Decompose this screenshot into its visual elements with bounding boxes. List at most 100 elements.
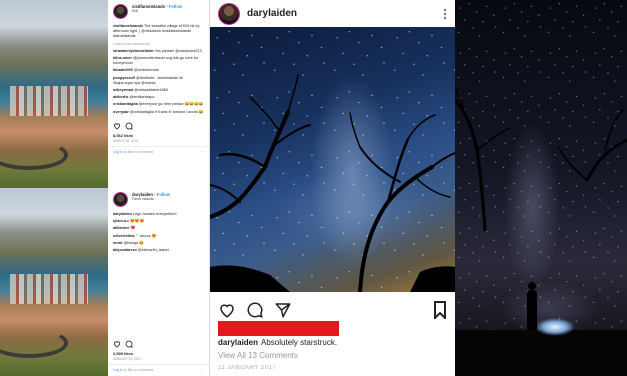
more-options-icon[interactable]: ··· <box>200 150 204 154</box>
caption: visitfaroeislands The beautiful village … <box>113 24 204 40</box>
bookmark-icon[interactable] <box>433 301 447 319</box>
list-item: alejovalarezo @bernarlin_isabel <box>113 248 204 253</box>
post-caption: darylaiden Absolutely starstruck. <box>218 338 448 347</box>
comment-text: @cristiuttaglia if it was in Iceland i w… <box>129 109 204 114</box>
login-hint: to like or comment. <box>123 368 155 373</box>
caption-text: Lego houses everywhere! <box>133 212 177 216</box>
comment-text: 😍😍😍 <box>130 219 145 224</box>
list-item: cristianttaglia @everyoor go here please… <box>113 102 204 107</box>
comment-text: @bernarlin_isabel <box>137 248 169 253</box>
avatar[interactable] <box>113 4 128 19</box>
login-bar: Log in to like or comment. ··· <box>108 145 209 157</box>
tree-silhouette-left <box>210 74 455 292</box>
comment-icon[interactable] <box>246 301 264 319</box>
comment-username[interactable]: lylam.a.c <box>113 219 129 223</box>
flashlight-glow <box>535 318 575 336</box>
landscape-photo-bottom <box>0 188 108 376</box>
card-location[interactable]: Eiði <box>132 9 182 14</box>
dark-ground <box>455 330 627 376</box>
instagram-post: darylaiden darylaiden Absolutely starstr… <box>210 0 455 376</box>
load-more-comments-link[interactable]: Load more comments <box>113 42 204 47</box>
list-item: poopyscruff @lbmfeute ..faroeislands Idi… <box>113 76 204 86</box>
view-all-comments-link[interactable]: View All 13 Comments <box>218 351 298 360</box>
heart-icon[interactable] <box>113 122 121 130</box>
comment-text: @miissabtarrie1860 <box>134 88 168 93</box>
comment-text: @everyoor go here please 😂😂😂😂 <box>138 102 204 107</box>
card-spacer <box>108 257 209 337</box>
card-header: darylaiden • Follow Faroe Islands <box>108 188 209 210</box>
avatar[interactable] <box>218 2 240 25</box>
post-date: 11 JANUARY 2017 <box>218 365 277 371</box>
comment-icon[interactable] <box>125 340 133 348</box>
post-username[interactable]: darylaiden <box>247 8 443 19</box>
comment-text: Yes please! @cashrules213 <box>154 48 202 53</box>
heart-icon[interactable] <box>218 301 236 319</box>
comment-card: visitfaroeislands • Follow Eiði visitfar… <box>108 0 210 188</box>
post-actions <box>210 296 455 324</box>
list-item: klina.omer @jolumusilimtravel svg lets g… <box>113 56 204 66</box>
comment-username[interactable]: akibertiz <box>113 95 128 99</box>
comment-username[interactable]: velvetvelina <box>113 234 135 238</box>
caption-username[interactable]: visitfaroeislands <box>113 24 143 28</box>
share-icon[interactable] <box>274 301 292 319</box>
comment-username[interactable]: fahadm000 <box>113 68 133 72</box>
caption-username[interactable]: darylaiden <box>218 338 258 347</box>
post-date: MARCH 30, 2018 <box>113 138 138 143</box>
comment-username[interactable]: mikeyrmad <box>113 88 133 92</box>
list-item: lylam.a.c 😍😍😍 <box>113 219 204 224</box>
login-link[interactable]: Log in <box>113 368 123 372</box>
card-location[interactable]: Faroe Islands <box>132 197 170 202</box>
comment-username[interactable]: mrmt <box>113 241 123 245</box>
comment-list: visitfaroeislands The beautiful village … <box>108 22 209 119</box>
comment-text: @linkaja 😂 <box>123 240 144 245</box>
night-photo <box>455 0 627 376</box>
follow-button[interactable]: Follow <box>157 192 170 197</box>
more-options-icon[interactable]: ··· <box>200 368 204 372</box>
landscape-photo-top <box>0 0 108 188</box>
list-item: akibertiz @emiltardrapu <box>113 95 204 100</box>
comment-icon[interactable] <box>125 122 133 130</box>
comment-username[interactable]: klina.omer <box>113 56 132 60</box>
comment-username[interactable]: overyaar <box>113 110 129 114</box>
comment-text: ❤️ <box>130 226 136 231</box>
comment-username[interactable]: cristianttaglia <box>113 102 138 106</box>
login-hint: to like or comment. <box>123 149 155 154</box>
village-houses <box>10 86 88 116</box>
caption-username[interactable]: darylaiden <box>113 212 132 216</box>
login-bar: Log in to like or comment. ··· <box>108 364 209 375</box>
caption-text: Absolutely starstruck. <box>261 338 338 347</box>
list-item: allittemel ❤️ <box>113 226 204 231</box>
list-item: mrmt @linkaja 😂 <box>113 241 204 246</box>
winding-road <box>0 140 68 170</box>
post-header: darylaiden <box>210 0 455 28</box>
login-link[interactable]: Log in <box>113 150 123 154</box>
comment-username[interactable]: alejovalarezo <box>113 248 137 252</box>
avatar[interactable] <box>113 192 128 207</box>
village-houses <box>10 274 88 304</box>
card-actions <box>108 119 209 133</box>
winding-road <box>0 328 68 358</box>
comment-list: darylaiden Lego houses everywhere! lylam… <box>108 210 209 257</box>
caption: darylaiden Lego houses everywhere! <box>113 212 204 217</box>
heart-icon[interactable] <box>113 340 121 348</box>
comment-card: darylaiden • Follow Faroe Islands daryla… <box>108 188 210 376</box>
list-item: mikeyrmad @miissabtarrie1860 <box>113 88 204 93</box>
card-header: visitfaroeislands • Follow Eiði <box>108 0 209 22</box>
comment-username[interactable]: poopyscruff <box>113 76 135 80</box>
list-item: velvetvelina ♡ amour 😍 <box>113 234 204 239</box>
card-actions <box>108 337 209 351</box>
post-date: JANUARY 31, 2017 <box>113 357 142 362</box>
comment-username[interactable]: strawberryblondeluiah <box>113 49 154 53</box>
comment-text: @emiltardrapu <box>129 95 155 100</box>
list-item: overyaar @cristiuttaglia if it was in Ic… <box>113 110 204 115</box>
redaction-bar <box>218 321 339 336</box>
list-item: fahadm000 @vertimerman <box>113 68 204 73</box>
comment-text: ♡ amour 😍 <box>135 233 157 238</box>
comment-text: @vertimerman <box>133 68 159 73</box>
post-photo[interactable] <box>210 27 455 292</box>
comment-username[interactable]: allittemel <box>113 226 129 230</box>
follow-button[interactable]: Follow <box>169 4 182 9</box>
list-item: strawberryblondeluiah Yes please! @cashr… <box>113 49 204 54</box>
person-silhouette <box>527 282 537 330</box>
more-options-icon[interactable] <box>443 8 447 20</box>
